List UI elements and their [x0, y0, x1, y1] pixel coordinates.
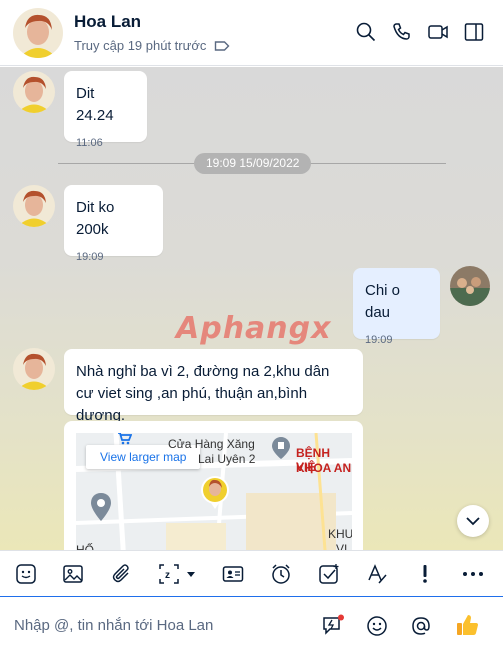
- map-label-gas: Cửa Hàng Xăng: [168, 437, 255, 451]
- last-seen-status: Truy cập 19 phút trước: [74, 38, 230, 53]
- map-pin-icon: [91, 493, 111, 521]
- sender-avatar[interactable]: [13, 185, 55, 227]
- message-list[interactable]: Dit 24.24 11:06 19:09 15/09/2022 Dit ko …: [0, 67, 503, 550]
- emoji-icon[interactable]: [365, 614, 389, 638]
- message-input[interactable]: [0, 610, 310, 640]
- business-card-icon[interactable]: [222, 563, 244, 585]
- chevron-down-icon: [466, 517, 480, 526]
- scroll-to-bottom-button[interactable]: [457, 505, 489, 537]
- search-icon[interactable]: [355, 21, 377, 43]
- message-text: Dit ko 200k: [76, 199, 115, 238]
- map-attachment[interactable]: View larger map Cửa Hàng Xăng Lai Uyên 2…: [64, 421, 363, 550]
- date-divider: 19:09 15/09/2022: [194, 153, 312, 174]
- screenshot-icon[interactable]: z: [158, 563, 200, 585]
- map-label-ho: HỐ: [76, 543, 94, 550]
- sender-avatar[interactable]: [13, 71, 55, 113]
- sender-avatar[interactable]: [13, 348, 55, 390]
- gas-station-pin-icon: [272, 437, 290, 459]
- my-avatar[interactable]: [450, 266, 490, 306]
- map-view[interactable]: View larger map Cửa Hàng Xăng Lai Uyên 2…: [76, 433, 352, 550]
- message-text: Dit 24.24: [76, 85, 114, 124]
- svg-text:z: z: [165, 570, 170, 581]
- image-icon[interactable]: [62, 563, 84, 585]
- urgent-exclamation-icon[interactable]: [414, 563, 436, 585]
- message-bubble[interactable]: Dit 24.24 11:06: [64, 71, 147, 149]
- map-label-v: VI: [336, 542, 348, 550]
- attachment-icon[interactable]: [111, 563, 133, 585]
- sticker-icon[interactable]: [15, 563, 37, 585]
- thumbs-up-icon[interactable]: [455, 612, 481, 638]
- more-options-icon[interactable]: [462, 563, 484, 585]
- map-label-hospital-2: KHOA AN: [296, 461, 352, 475]
- task-check-icon[interactable]: [318, 563, 340, 585]
- message-bubble[interactable]: Nhà nghỉ ba vì 2, đường na 2,khu dân cư …: [64, 349, 363, 424]
- video-call-icon[interactable]: [427, 21, 449, 43]
- mention-icon[interactable]: [409, 614, 433, 638]
- message-bubble[interactable]: Dit ko 200k 19:09: [64, 185, 163, 263]
- message-time: 19:09: [365, 334, 393, 346]
- location-avatar-marker: [201, 476, 229, 509]
- quick-message-icon[interactable]: [321, 614, 345, 638]
- shopping-cart-icon: [118, 433, 132, 445]
- phone-call-icon[interactable]: [391, 21, 413, 43]
- contact-name: Hoa Lan: [74, 12, 142, 31]
- composer-toolbar: z: [0, 550, 503, 597]
- contact-avatar[interactable]: [13, 8, 63, 58]
- message-composer: [0, 598, 503, 659]
- message-time: 11:06: [76, 137, 103, 149]
- message-text: Chi o dau: [365, 282, 401, 321]
- my-message-bubble[interactable]: Chi o dau 19:09: [353, 268, 440, 346]
- last-seen-text: Truy cập 19 phút trước: [74, 38, 207, 53]
- tag-icon[interactable]: [214, 40, 230, 52]
- reminder-clock-icon[interactable]: [270, 563, 292, 585]
- text-format-icon[interactable]: [366, 563, 388, 585]
- map-label-khu: KHU: [328, 527, 352, 541]
- sidebar-toggle-icon[interactable]: [463, 21, 485, 43]
- watermark-logo: Aphangx: [176, 311, 332, 346]
- message-time: 19:09: [76, 251, 104, 263]
- map-label-gas-2: Lai Uyên 2: [198, 452, 256, 466]
- message-text: Nhà nghỉ ba vì 2, đường na 2,khu dân cư …: [76, 363, 330, 424]
- chat-header: Hoa Lan Truy cập 19 phút trước: [0, 0, 503, 66]
